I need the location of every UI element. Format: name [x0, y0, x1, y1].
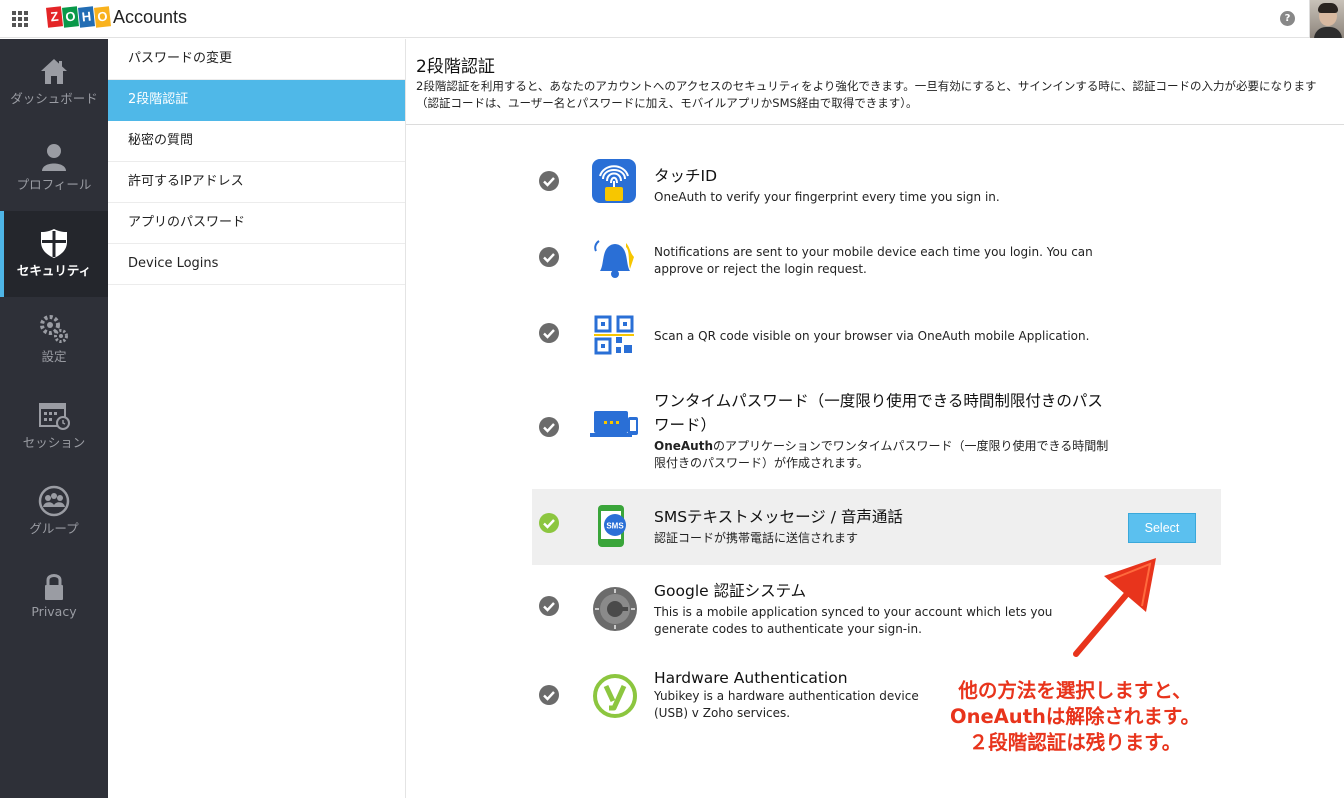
user-icon [42, 144, 66, 171]
sidebar-item-profile[interactable]: プロフィール [0, 125, 108, 211]
method-title: タッチID [654, 167, 718, 185]
shield-icon [41, 229, 67, 258]
calendar-clock-icon [39, 403, 70, 430]
app-grid-icon[interactable] [12, 11, 28, 27]
zoho-logo[interactable]: Z O H O [45, 6, 112, 29]
help-icon[interactable]: ? [1280, 11, 1295, 26]
method-title: Google 認証システム [654, 582, 807, 600]
method-title: Hardware Authentication [654, 669, 848, 687]
submenu-item-device-logins[interactable]: Device Logins [108, 244, 405, 285]
submenu-item-app-passwords[interactable]: アプリのパスワード [108, 203, 405, 244]
app-title: Accounts [113, 7, 188, 27]
sidebar-item-privacy[interactable]: Privacy [0, 555, 108, 641]
method-push-notification[interactable]: Notifications are sent to your mobile de… [532, 225, 1221, 291]
sidebar: ダッシュボード プロフィール セキュリティ 設定 セッション グループ Priv… [0, 39, 108, 798]
annotation-arrow [1073, 558, 1156, 657]
annotation-text: 他の方法を選択しますと、 OneAuthは解除されます。 ２段階認証は残ります。 [950, 679, 1200, 754]
check-icon [539, 513, 559, 533]
submenu-item-change-password[interactable]: パスワードの変更 [108, 39, 405, 80]
method-touch-id[interactable]: タッチID OneAuth to verify your fingerprint… [532, 151, 1221, 221]
submenu-item-secret-question[interactable]: 秘密の質問 [108, 121, 405, 162]
sidebar-item-groups[interactable]: グループ [0, 469, 108, 555]
check-icon [539, 171, 559, 191]
gears-icon [40, 315, 68, 343]
method-qr-code[interactable]: Scan a QR code visible on your browser v… [532, 311, 1221, 367]
method-description: OneAuthのアプリケーションでワンタイムパスワード（一度限り使用できる時間制… [654, 439, 1109, 470]
method-description: This is a mobile application synced to y… [654, 605, 1053, 636]
submenu-item-two-factor[interactable]: 2段階認証 [108, 80, 405, 121]
submenu-item-allowed-ip[interactable]: 許可するIPアドレス [108, 162, 405, 203]
yubikey-icon [593, 674, 637, 718]
divider [406, 124, 1344, 125]
method-description: Scan a QR code visible on your browser v… [654, 329, 1090, 343]
method-title: ワンタイムパスワード（一度限り使用できる時間制限付きのパスワード） [654, 392, 1103, 434]
method-description: Yubikey is a hardware authentication dev… [654, 689, 919, 720]
page-title: 2段階認証 [416, 57, 495, 77]
method-description: OneAuth to verify your fingerprint every… [654, 190, 1000, 204]
check-icon [539, 685, 559, 705]
page-description: 2段階認証を利用すると、あなたのアカウントへのアクセスのセキュリティをより強化で… [416, 79, 1317, 110]
avatar[interactable] [1309, 0, 1344, 38]
fingerprint-icon [592, 159, 636, 203]
method-title: SMSテキストメッセージ / 音声通話 [654, 508, 903, 526]
method-otp[interactable]: ワンタイムパスワード（一度限り使用できる時間制限付きのパスワード） OneAut… [532, 387, 1221, 477]
sidebar-item-security[interactable]: セキュリティ [0, 211, 108, 297]
top-bar: Z O H O Accounts ? [0, 0, 1344, 38]
check-icon [539, 417, 559, 437]
method-description: Notifications are sent to your mobile de… [654, 245, 1093, 276]
group-icon [38, 485, 70, 517]
select-button[interactable]: Select [1128, 513, 1196, 543]
bell-icon [594, 240, 634, 278]
svg-text:SMS: SMS [606, 522, 624, 531]
method-description: 認証コードが携帯電話に送信されます [654, 531, 859, 545]
sidebar-item-dashboard[interactable]: ダッシュボード [0, 39, 108, 125]
check-icon [539, 596, 559, 616]
security-submenu: パスワードの変更 2段階認証 秘密の質問 許可するIPアドレス アプリのパスワー… [108, 39, 406, 798]
google-authenticator-icon [593, 587, 637, 631]
qr-code-icon [594, 315, 634, 355]
sms-phone-icon: SMS [598, 505, 626, 547]
sidebar-item-settings[interactable]: 設定 [0, 297, 108, 383]
check-icon [539, 247, 559, 267]
lock-icon [45, 574, 63, 600]
home-icon [41, 59, 67, 84]
laptop-phone-icon [590, 411, 638, 437]
check-icon [539, 323, 559, 343]
sidebar-item-sessions[interactable]: セッション [0, 383, 108, 469]
